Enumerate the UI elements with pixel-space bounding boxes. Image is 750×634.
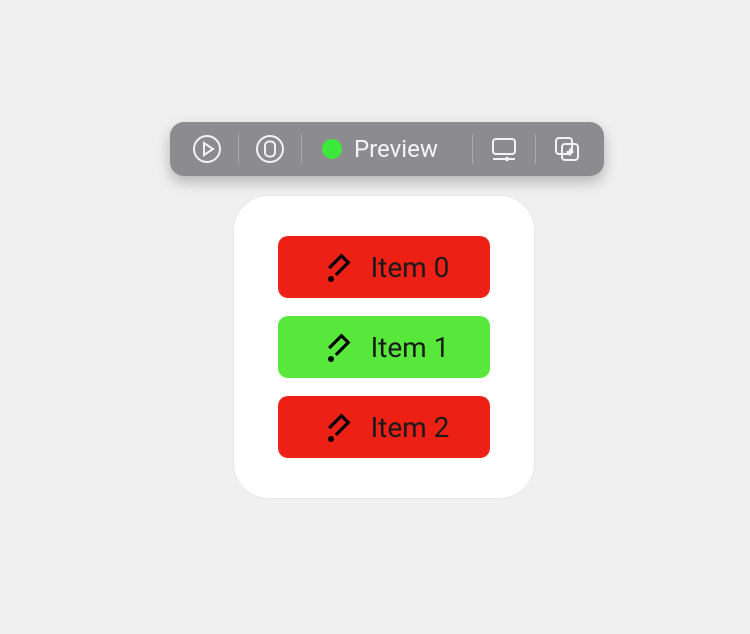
preview-toolbar: Preview: [170, 122, 604, 176]
list-item-label: Item 2: [371, 411, 450, 444]
display-node-icon: [489, 134, 519, 164]
preview-card: Item 0 Item 1 Item 2: [234, 196, 534, 498]
rounded-rect-icon: [255, 134, 285, 164]
list-item[interactable]: Item 2: [278, 396, 490, 458]
duplicate-add-icon: [552, 134, 582, 164]
toolbar-divider: [238, 134, 239, 164]
play-icon: [192, 134, 222, 164]
ticket-icon: [319, 409, 355, 445]
toolbar-divider: [472, 134, 473, 164]
list-item[interactable]: Item 0: [278, 236, 490, 298]
preview-label: Preview: [354, 135, 438, 163]
list-item-label: Item 1: [371, 331, 450, 364]
duplicate-add-button[interactable]: [542, 122, 592, 176]
toolbar-divider: [301, 134, 302, 164]
device-button[interactable]: [245, 122, 295, 176]
preview-status[interactable]: Preview: [308, 122, 452, 176]
toolbar-divider: [535, 134, 536, 164]
list-item[interactable]: Item 1: [278, 316, 490, 378]
status-dot-icon: [322, 139, 342, 159]
connect-device-button[interactable]: [479, 122, 529, 176]
list-item-label: Item 0: [371, 251, 450, 284]
ticket-icon: [319, 249, 355, 285]
ticket-icon: [319, 329, 355, 365]
play-button[interactable]: [182, 122, 232, 176]
